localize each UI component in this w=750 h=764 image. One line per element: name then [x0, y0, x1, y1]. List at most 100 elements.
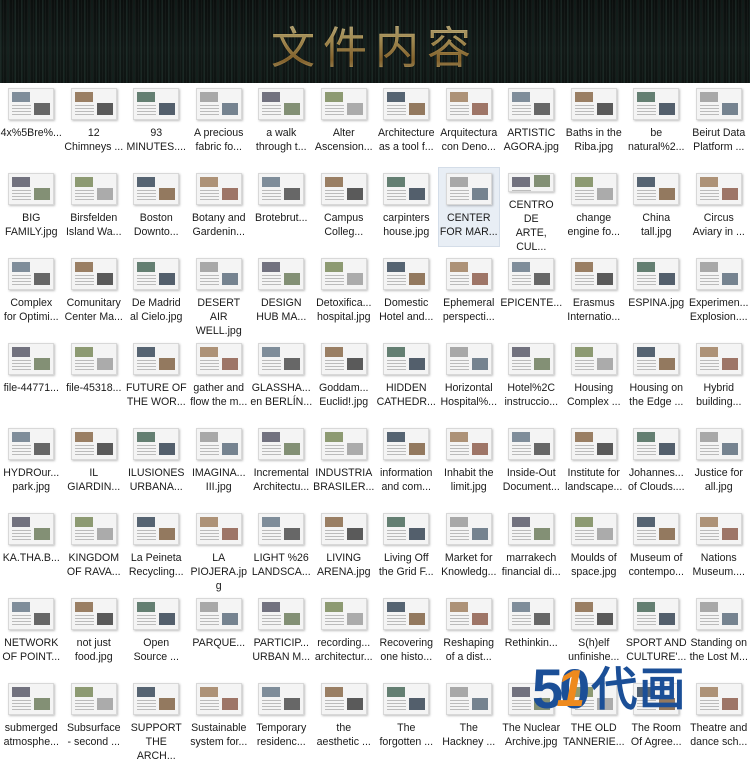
file-item[interactable]: submerged atmosphe...: [0, 679, 63, 764]
file-item[interactable]: Inside-Out Document...: [500, 424, 563, 509]
file-item[interactable]: China tall.jpg: [625, 169, 688, 254]
file-thumbnail-icon: [8, 598, 54, 630]
file-item[interactable]: Comunitary Center Ma...: [63, 254, 126, 339]
file-item[interactable]: file-45318...: [63, 339, 126, 424]
file-item[interactable]: Experimen... Explosion....: [688, 254, 750, 339]
file-item[interactable]: LIVING ARENA.jpg: [313, 509, 376, 594]
file-item[interactable]: Detoxifica... hospital.jpg: [313, 254, 376, 339]
file-thumbnail-icon: [446, 88, 492, 120]
file-item[interactable]: Recovering one histo...: [375, 594, 438, 679]
file-thumbnail-icon: [196, 428, 242, 460]
file-item[interactable]: Nations Museum....: [688, 509, 750, 594]
file-item[interactable]: Reshaping of a dist...: [438, 594, 501, 679]
file-item[interactable]: ESPINA.jpg: [625, 254, 688, 339]
file-item[interactable]: CENTRO DE ARTE, CUL...: [500, 169, 563, 254]
file-item[interactable]: PARTICIP... URBAN M...: [250, 594, 313, 679]
file-item[interactable]: Hotel%2C instruccio...: [500, 339, 563, 424]
file-item[interactable]: Brotebrut...: [250, 169, 313, 254]
file-item[interactable]: Moulds of space.jpg: [563, 509, 626, 594]
file-item[interactable]: Incremental Architectu...: [250, 424, 313, 509]
file-item[interactable]: Living Off the Grid F...: [375, 509, 438, 594]
file-name: Museum of contempo...: [625, 551, 687, 579]
file-item[interactable]: Hybrid building...: [688, 339, 750, 424]
file-name: Comunitary Center Ma...: [63, 296, 125, 324]
file-item[interactable]: De Madrid al Cielo.jpg: [125, 254, 188, 339]
file-item[interactable]: Alter Ascension...: [313, 84, 376, 169]
file-item[interactable]: DESIGN HUB MA...: [250, 254, 313, 339]
file-item[interactable]: LIGHT %26 LANDSCA...: [250, 509, 313, 594]
file-item[interactable]: FUTURE OF THE WOR...: [125, 339, 188, 424]
file-item[interactable]: KA.THA.B...: [0, 509, 63, 594]
file-item[interactable]: Justice for all.jpg: [688, 424, 750, 509]
file-item[interactable]: Architecture as a tool f...: [375, 84, 438, 169]
file-item[interactable]: Ephemeral perspecti...: [438, 254, 501, 339]
file-item[interactable]: Beirut Data Platform ...: [688, 84, 750, 169]
file-item[interactable]: Birsfelden Island Wa...: [63, 169, 126, 254]
file-thumbnail-icon: [71, 513, 117, 545]
file-item[interactable]: BIG FAMILY.jpg: [0, 169, 63, 254]
file-item[interactable]: NETWORK OF POINT...: [0, 594, 63, 679]
file-item[interactable]: KINGDOM OF RAVA...: [63, 509, 126, 594]
file-item[interactable]: Open Source ...: [125, 594, 188, 679]
file-item[interactable]: Botany and Gardenin...: [188, 169, 251, 254]
file-item[interactable]: Circus Aviary in ...: [688, 169, 750, 254]
file-item[interactable]: Inhabit the limit.jpg: [438, 424, 501, 509]
file-item[interactable]: a walk through t...: [250, 84, 313, 169]
file-thumbnail-icon: [446, 258, 492, 290]
file-item[interactable]: Museum of contempo...: [625, 509, 688, 594]
file-item[interactable]: LA PIOJERA.jpg: [188, 509, 251, 594]
file-item[interactable]: The Hackney ...: [438, 679, 501, 764]
file-item[interactable]: Institute for landscape...: [563, 424, 626, 509]
file-thumbnail-icon: [383, 683, 429, 715]
file-item[interactable]: CENTER FOR MAR...: [438, 167, 501, 247]
file-item[interactable]: Temporary residenc...: [250, 679, 313, 764]
file-item[interactable]: Sustainable system for...: [188, 679, 251, 764]
file-item[interactable]: Goddam... Euclid!.jpg: [313, 339, 376, 424]
file-item[interactable]: INDUSTRIA BRASILER...: [313, 424, 376, 509]
file-item[interactable]: PARQUE...: [188, 594, 251, 679]
file-thumbnail-icon: [383, 428, 429, 460]
file-item[interactable]: Campus Colleg...: [313, 169, 376, 254]
watermark-digit-1: 1: [556, 663, 585, 715]
file-item[interactable]: not just food.jpg: [63, 594, 126, 679]
file-item[interactable]: gather and flow the m...: [188, 339, 251, 424]
file-item[interactable]: information and com...: [375, 424, 438, 509]
file-item[interactable]: HIDDEN CATHEDR...: [375, 339, 438, 424]
file-item[interactable]: change engine fo...: [563, 169, 626, 254]
file-item[interactable]: Housing on the Edge ...: [625, 339, 688, 424]
file-item[interactable]: file-44771...: [0, 339, 63, 424]
file-name: marrakech financial di...: [500, 551, 562, 579]
file-item[interactable]: recording... architectur...: [313, 594, 376, 679]
file-item[interactable]: Boston Downto...: [125, 169, 188, 254]
file-item[interactable]: ARTISTIC AGORA.jpg: [500, 84, 563, 169]
file-item[interactable]: DESERT AIR WELL.jpg: [188, 254, 251, 339]
file-item[interactable]: Housing Complex ...: [563, 339, 626, 424]
file-item[interactable]: HYDROur... park.jpg: [0, 424, 63, 509]
file-item[interactable]: Subsurface - second ...: [63, 679, 126, 764]
file-item[interactable]: La Peineta Recycling...: [125, 509, 188, 594]
file-name: Rethinkin...: [500, 636, 562, 650]
file-item[interactable]: EPICENTE...: [500, 254, 563, 339]
file-item[interactable]: be natural%2...: [625, 84, 688, 169]
file-item[interactable]: 4x%5Bre%...: [0, 84, 63, 169]
file-item[interactable]: A precious fabric fo...: [188, 84, 251, 169]
file-item[interactable]: Market for Knowledg...: [438, 509, 501, 594]
file-item[interactable]: GLASSHA... en BERLÍN...: [250, 339, 313, 424]
file-item[interactable]: Johannes... of Clouds....: [625, 424, 688, 509]
file-item[interactable]: Arquitectura con Deno...: [438, 84, 501, 169]
file-item[interactable]: The forgotten ...: [375, 679, 438, 764]
file-item[interactable]: ILUSIONES URBANA...: [125, 424, 188, 509]
file-item[interactable]: carpinters house.jpg: [375, 169, 438, 254]
file-item[interactable]: the aesthetic ...: [313, 679, 376, 764]
file-item[interactable]: Domestic Hotel and...: [375, 254, 438, 339]
file-item[interactable]: IMAGINA... III.jpg: [188, 424, 251, 509]
file-item[interactable]: Erasmus Internatio...: [563, 254, 626, 339]
file-item[interactable]: Baths in the Riba.jpg: [563, 84, 626, 169]
file-item[interactable]: Horizontal Hospital%...: [438, 339, 501, 424]
file-item[interactable]: SUPPORT THE ARCH...: [125, 679, 188, 764]
file-item[interactable]: 93 MINUTES....: [125, 84, 188, 169]
file-item[interactable]: IL GIARDIN...: [63, 424, 126, 509]
file-item[interactable]: marrakech financial di...: [500, 509, 563, 594]
file-item[interactable]: Complex for Optimi...: [0, 254, 63, 339]
file-item[interactable]: 12 Chimneys ...: [63, 84, 126, 169]
